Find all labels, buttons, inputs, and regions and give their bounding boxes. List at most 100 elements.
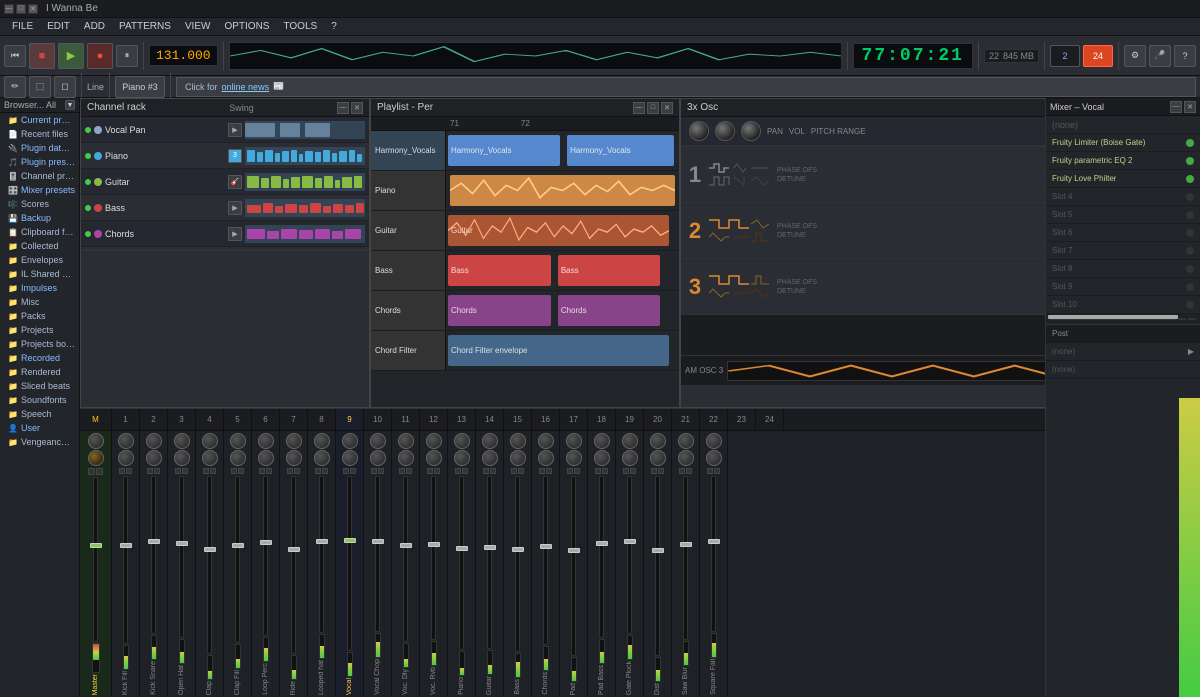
ch19-btn1[interactable] xyxy=(623,468,629,474)
ch19-btn2[interactable] xyxy=(630,468,636,474)
track-label-guitar[interactable]: Guitar xyxy=(371,211,446,250)
ch2-vol[interactable] xyxy=(146,450,162,466)
ch-pattern-chords[interactable] xyxy=(245,225,365,243)
ch6-vol[interactable] xyxy=(258,450,274,466)
ch8-vol[interactable] xyxy=(314,450,330,466)
microphone-btn[interactable]: 🎤 xyxy=(1149,45,1171,67)
track-label-bass[interactable]: Bass xyxy=(371,251,446,290)
ch13-handle[interactable] xyxy=(456,546,468,551)
post-slot-2[interactable]: (none) xyxy=(1046,361,1200,379)
ch19-fader[interactable] xyxy=(627,476,632,634)
ch14-btn2[interactable] xyxy=(490,468,496,474)
minimize-btn[interactable]: — xyxy=(4,4,14,14)
mixer-ch-9[interactable]: 9 xyxy=(336,409,364,430)
ch20-btn2[interactable] xyxy=(658,468,664,474)
ch2-btn2[interactable] xyxy=(154,468,160,474)
ch20-btn1[interactable] xyxy=(651,468,657,474)
ch1-pan[interactable] xyxy=(118,433,134,449)
plugin-slot-6[interactable]: Slot 6 xyxy=(1046,224,1200,242)
ch-btn-chords[interactable]: ▶ xyxy=(228,227,242,241)
ch11-btn2[interactable] xyxy=(406,468,412,474)
bpm-display[interactable]: 131.000 xyxy=(149,45,218,66)
mixer-ch-15[interactable]: 15 xyxy=(504,409,532,430)
track-block-harmony1[interactable]: Harmony_Vocals xyxy=(448,135,560,166)
plugin-2-indicator[interactable] xyxy=(1186,157,1194,165)
ch6-btn2[interactable] xyxy=(266,468,272,474)
ch3-btn2[interactable] xyxy=(182,468,188,474)
sidebar-item-12[interactable]: 📁Impulses xyxy=(0,281,79,295)
ch5-handle[interactable] xyxy=(232,543,244,548)
ch15-btn2[interactable] xyxy=(518,468,524,474)
ch21-handle[interactable] xyxy=(680,542,692,547)
track-block-harmony2[interactable]: Harmony_Vocals xyxy=(567,135,674,166)
menu-view[interactable]: VIEW xyxy=(179,19,217,35)
sidebar-menu-btn[interactable]: ▼ xyxy=(65,100,75,110)
ch1-fader[interactable] xyxy=(123,476,128,644)
erase-btn[interactable]: ◻ xyxy=(54,76,76,98)
select-btn[interactable]: ⬚ xyxy=(29,76,51,98)
ch15-handle[interactable] xyxy=(512,547,524,552)
track-block-chordfilter[interactable]: Chord Filter envelope xyxy=(448,335,669,366)
ch11-pan[interactable] xyxy=(398,433,414,449)
ch-btn-piano[interactable]: 3 xyxy=(228,149,242,163)
ch-pattern-vocalpan[interactable] xyxy=(245,121,365,139)
sidebar-item-19[interactable]: 📁Sliced beats xyxy=(0,379,79,393)
cr-minimize[interactable]: — xyxy=(337,102,349,114)
ch22-handle[interactable] xyxy=(708,539,720,544)
window-controls[interactable]: — □ ✕ xyxy=(4,4,38,14)
track-block-bass1[interactable]: Bass xyxy=(448,255,551,286)
ch1-vol[interactable] xyxy=(118,450,134,466)
mixer-ch-22[interactable]: 22 xyxy=(700,409,728,430)
mixer-ch-8[interactable]: 8 xyxy=(308,409,336,430)
ch7-pan[interactable] xyxy=(286,433,302,449)
ch10-pan[interactable] xyxy=(370,433,386,449)
plugin-slot-3[interactable]: Fruity Love Philter xyxy=(1046,170,1200,188)
ch10-vol[interactable] xyxy=(370,450,386,466)
sidebar-item-15[interactable]: 📁Projects xyxy=(0,323,79,337)
ch10-btn2[interactable] xyxy=(378,468,384,474)
ch-led-vocalpan[interactable] xyxy=(85,127,91,133)
ch7-handle[interactable] xyxy=(288,547,300,552)
mixer-ch-14[interactable]: 14 xyxy=(476,409,504,430)
ch18-vol[interactable] xyxy=(594,450,610,466)
draw-btn[interactable]: ✏ xyxy=(4,76,26,98)
ch21-fader[interactable] xyxy=(683,476,688,640)
pitch-knob[interactable] xyxy=(741,121,761,141)
ch17-vol[interactable] xyxy=(566,450,582,466)
record-btn[interactable]: ● xyxy=(87,43,113,69)
mixer-ch-12[interactable]: 12 xyxy=(420,409,448,430)
piano-instrument-btn[interactable]: Piano #3 xyxy=(115,76,165,98)
ch9-btn2[interactable] xyxy=(350,468,356,474)
ch20-vol[interactable] xyxy=(650,450,666,466)
ch-led-piano[interactable] xyxy=(85,153,91,159)
ch3-fader[interactable] xyxy=(179,476,184,638)
ch13-btn2[interactable] xyxy=(462,468,468,474)
track-label-chordfilter[interactable]: Chord Filter xyxy=(371,331,446,370)
ch11-btn1[interactable] xyxy=(399,468,405,474)
plugin-slot-9[interactable]: Slot 9 xyxy=(1046,278,1200,296)
ch14-handle[interactable] xyxy=(484,545,496,550)
ch21-pan[interactable] xyxy=(678,433,694,449)
ch9-fader[interactable] xyxy=(347,476,352,651)
ch10-handle[interactable] xyxy=(372,539,384,544)
track-block-chords2[interactable]: Chords xyxy=(558,295,661,326)
mixer-ch-6[interactable]: 6 xyxy=(252,409,280,430)
master-btn2[interactable] xyxy=(96,468,103,475)
menu-patterns[interactable]: PATTERNS xyxy=(113,19,177,35)
ch3-pan[interactable] xyxy=(174,433,190,449)
plugin-fader-handle[interactable] xyxy=(1048,315,1178,319)
ch17-fader[interactable] xyxy=(571,476,576,656)
master-pan-knob[interactable] xyxy=(88,433,104,449)
ch12-vol[interactable] xyxy=(426,450,442,466)
sidebar-item-22[interactable]: 👤User xyxy=(0,421,79,435)
post-slot-1[interactable]: (none) ▶ xyxy=(1046,343,1200,361)
ch20-handle[interactable] xyxy=(652,548,664,553)
mixer-ch-23[interactable]: 23 xyxy=(728,409,756,430)
menu-file[interactable]: FILE xyxy=(6,19,39,35)
ch13-vol[interactable] xyxy=(454,450,470,466)
ch9-pan[interactable] xyxy=(342,433,358,449)
ch5-fader[interactable] xyxy=(235,476,240,643)
ch6-pan[interactable] xyxy=(258,433,274,449)
ch14-fader[interactable] xyxy=(487,476,492,649)
ch4-pan[interactable] xyxy=(202,433,218,449)
